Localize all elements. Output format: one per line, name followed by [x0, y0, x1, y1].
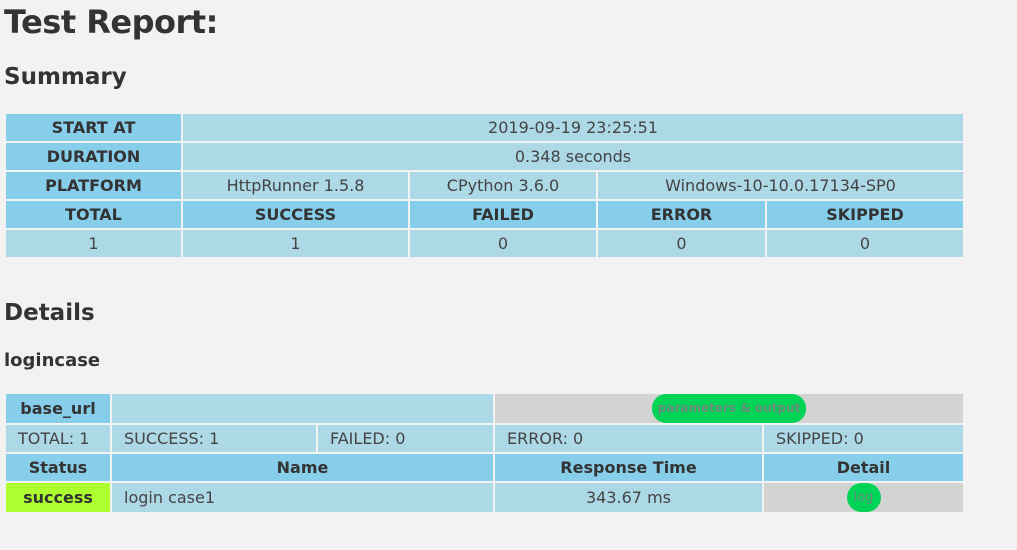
- start-at-row: START AT 2019-09-19 23:25:51: [4, 112, 965, 143]
- stats-row: TOTAL: 1 SUCCESS: 1 FAILED: 0 ERROR: 0 S…: [4, 423, 965, 454]
- summary-values-row: 1 1 0 0 0: [4, 228, 965, 259]
- start-at-value: 2019-09-19 23:25:51: [181, 112, 965, 143]
- table-row: success login case1 343.67 ms log: [4, 481, 965, 514]
- platform-row: PLATFORM HttpRunner 1.5.8 CPython 3.6.0 …: [4, 170, 965, 201]
- summary-col-total: TOTAL: [4, 199, 183, 230]
- case-name: logincase: [4, 350, 101, 371]
- parameters-output-button[interactable]: parameters & output: [651, 394, 807, 423]
- summary-table: START AT 2019-09-19 23:25:51 DURATION 0.…: [4, 112, 965, 259]
- detail-cell: log: [762, 481, 965, 514]
- summary-error-value: 0: [596, 228, 767, 259]
- stats-failed: FAILED: 0: [316, 423, 495, 454]
- details-heading: Details: [4, 300, 95, 326]
- stats-success: SUCCESS: 1: [110, 423, 318, 454]
- col-detail: Detail: [762, 452, 965, 483]
- base-url-value: [110, 392, 495, 425]
- stats-error: ERROR: 0: [493, 423, 764, 454]
- summary-heading: Summary: [4, 64, 127, 90]
- col-status: Status: [4, 452, 112, 483]
- platform-label: PLATFORM: [4, 170, 183, 201]
- test-name: login case1: [110, 481, 495, 514]
- summary-col-failed: FAILED: [408, 199, 598, 230]
- stats-skipped: SKIPPED: 0: [762, 423, 965, 454]
- base-url-row: base_url parameters & output: [4, 392, 965, 425]
- start-at-label: START AT: [4, 112, 183, 143]
- col-response-time: Response Time: [493, 452, 764, 483]
- summary-col-skipped: SKIPPED: [765, 199, 965, 230]
- stats-total: TOTAL: 1: [4, 423, 112, 454]
- platform-httprunner: HttpRunner 1.5.8: [181, 170, 410, 201]
- summary-failed-value: 0: [408, 228, 598, 259]
- details-table: base_url parameters & output TOTAL: 1 SU…: [4, 392, 965, 514]
- summary-col-success: SUCCESS: [181, 199, 410, 230]
- summary-col-error: ERROR: [596, 199, 767, 230]
- summary-success-value: 1: [181, 228, 410, 259]
- platform-os: Windows-10-10.0.17134-SP0: [596, 170, 965, 201]
- col-name: Name: [110, 452, 495, 483]
- response-time: 343.67 ms: [493, 481, 764, 514]
- details-header-row: Status Name Response Time Detail: [4, 452, 965, 483]
- log-button[interactable]: log: [846, 483, 881, 512]
- summary-header-row: TOTAL SUCCESS FAILED ERROR SKIPPED: [4, 199, 965, 230]
- page-title: Test Report:: [4, 3, 218, 41]
- summary-total-value: 1: [4, 228, 183, 259]
- platform-python: CPython 3.6.0: [408, 170, 598, 201]
- base-url-label: base_url: [4, 392, 112, 425]
- summary-skipped-value: 0: [765, 228, 965, 259]
- duration-row: DURATION 0.348 seconds: [4, 141, 965, 172]
- duration-value: 0.348 seconds: [181, 141, 965, 172]
- duration-label: DURATION: [4, 141, 183, 172]
- params-cell: parameters & output: [493, 392, 965, 425]
- status-badge: success: [4, 481, 112, 514]
